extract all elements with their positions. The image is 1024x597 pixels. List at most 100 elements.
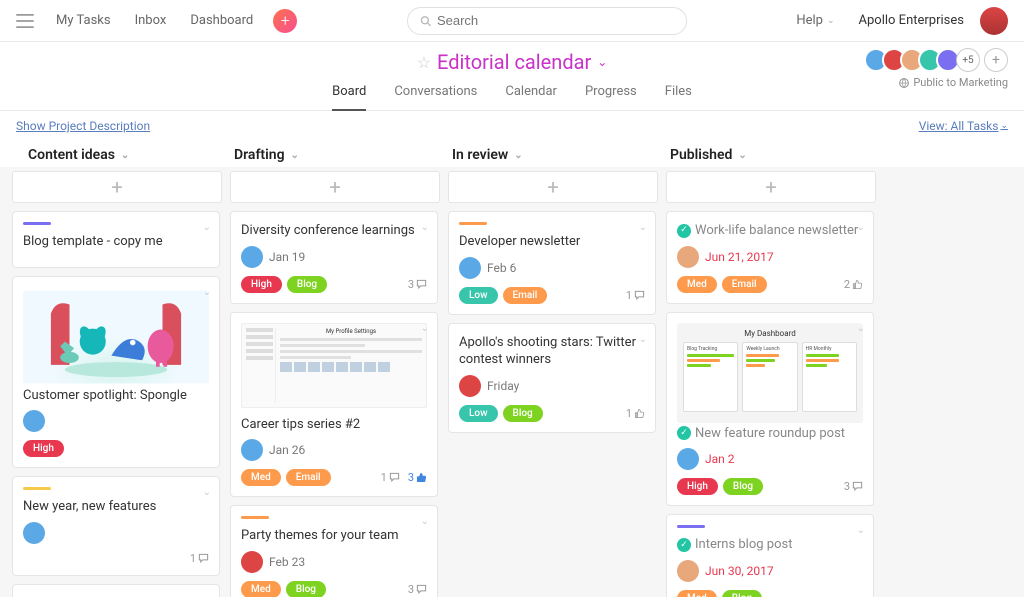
assignee-avatar[interactable] bbox=[241, 246, 263, 268]
card[interactable]: ⌄Apollo's shooting stars: Twitter contes… bbox=[448, 323, 656, 433]
tab-calendar[interactable]: Calendar bbox=[505, 84, 557, 110]
card[interactable]: ⌄Customer spotlight: SpongleHigh bbox=[12, 276, 220, 469]
tag[interactable]: High bbox=[241, 276, 282, 293]
add-card-button[interactable]: + bbox=[12, 171, 222, 203]
assignee-avatar[interactable] bbox=[241, 551, 263, 573]
like-count[interactable]: 2 bbox=[844, 278, 863, 291]
chevron-down-icon[interactable]: ⌄ bbox=[421, 222, 429, 233]
card[interactable]: ⌄✓Interns blog postJun 30, 2017MedBlog bbox=[666, 514, 874, 597]
comment-count[interactable]: 3 bbox=[408, 583, 427, 596]
org-name[interactable]: Apollo Enterprises bbox=[859, 13, 964, 28]
tab-board[interactable]: Board bbox=[332, 84, 366, 111]
card[interactable]: ⌄Developer newsletterFeb 6LowEmail1 bbox=[448, 211, 656, 315]
tag[interactable]: Med bbox=[677, 590, 717, 597]
column-header[interactable]: Drafting⌄ bbox=[230, 141, 440, 171]
chevron-down-icon[interactable]: ⌄ bbox=[639, 334, 647, 345]
assignee-avatar[interactable] bbox=[459, 375, 481, 397]
user-avatar[interactable] bbox=[980, 7, 1008, 35]
chevron-down-icon[interactable]: ⌄ bbox=[639, 222, 647, 233]
card[interactable]: ⌄My Profile SettingsCareer tips series #… bbox=[230, 312, 438, 498]
add-member-button[interactable]: + bbox=[984, 48, 1008, 72]
add-card-button[interactable]: + bbox=[448, 171, 658, 203]
search-input-wrap[interactable] bbox=[407, 7, 687, 35]
nav-my-tasks[interactable]: My Tasks bbox=[56, 13, 111, 28]
chevron-down-icon[interactable]: ⌄ bbox=[203, 222, 211, 233]
add-card-button[interactable]: + bbox=[666, 171, 876, 203]
card-stripe bbox=[677, 525, 705, 528]
assignee-avatar[interactable] bbox=[241, 439, 263, 461]
chevron-down-icon[interactable]: ⌄ bbox=[857, 525, 865, 536]
tag[interactable]: Blog bbox=[723, 478, 763, 495]
column-header[interactable]: Published⌄ bbox=[666, 141, 876, 171]
chevron-down-icon[interactable]: ⌄ bbox=[421, 323, 429, 334]
tag[interactable]: Email bbox=[286, 469, 331, 486]
chevron-down-icon[interactable]: ⌄ bbox=[857, 323, 865, 334]
tag[interactable]: Med bbox=[241, 469, 281, 486]
like-count[interactable]: 1 bbox=[626, 407, 645, 420]
member-overflow[interactable]: +5 bbox=[956, 48, 980, 72]
tag[interactable]: Blog bbox=[503, 405, 543, 422]
like-count[interactable]: 3 bbox=[408, 471, 427, 484]
chevron-down-icon[interactable]: ⌄ bbox=[597, 55, 607, 69]
tab-files[interactable]: Files bbox=[665, 84, 692, 110]
card[interactable]: ⌄Blog template - copy me bbox=[12, 211, 220, 268]
card-meta bbox=[23, 410, 209, 432]
card[interactable]: ⌄✓Work-life balance newsletterJun 21, 20… bbox=[666, 211, 874, 304]
show-description-link[interactable]: Show Project Description bbox=[16, 119, 150, 133]
comment-count[interactable]: 1 bbox=[190, 552, 209, 565]
column-header[interactable]: Content ideas⌄ bbox=[12, 141, 222, 171]
help-menu[interactable]: Help⌄ bbox=[796, 13, 834, 28]
assignee-avatar[interactable] bbox=[677, 448, 699, 470]
nav-dashboard[interactable]: Dashboard bbox=[190, 13, 253, 28]
add-column-button[interactable]: + Add column bbox=[884, 141, 986, 597]
chevron-down-icon[interactable]: ⌄ bbox=[514, 150, 522, 161]
tag[interactable]: Blog bbox=[286, 581, 326, 597]
project-members[interactable]: +5 + bbox=[870, 48, 1008, 72]
tag[interactable]: High bbox=[23, 440, 64, 457]
tag[interactable]: Low bbox=[459, 405, 498, 422]
comment-count[interactable]: 3 bbox=[844, 480, 863, 493]
card[interactable]: ⌄Diversity conference learningsJan 19Hig… bbox=[230, 211, 438, 304]
comment-count[interactable]: 3 bbox=[408, 278, 427, 291]
chevron-down-icon[interactable]: ⌄ bbox=[738, 150, 746, 161]
star-icon[interactable]: ☆ bbox=[417, 53, 431, 72]
card[interactable]: ⌄Party themes for your teamFeb 23MedBlog… bbox=[230, 505, 438, 597]
chevron-down-icon[interactable]: ⌄ bbox=[291, 150, 299, 161]
assignee-avatar[interactable] bbox=[459, 257, 481, 279]
tab-conversations[interactable]: Conversations bbox=[394, 84, 477, 110]
chevron-down-icon[interactable]: ⌄ bbox=[203, 487, 211, 498]
tag[interactable]: Blog bbox=[287, 276, 327, 293]
nav-inbox[interactable]: Inbox bbox=[135, 13, 167, 28]
menu-icon[interactable] bbox=[16, 14, 36, 28]
tag[interactable]: Med bbox=[241, 581, 281, 597]
card[interactable]: ⌄Best-of blog for year-end bbox=[12, 584, 220, 597]
column-header[interactable]: In review⌄ bbox=[448, 141, 658, 171]
search-input[interactable] bbox=[437, 13, 674, 28]
assignee-avatar[interactable] bbox=[23, 522, 45, 544]
chevron-down-icon[interactable]: ⌄ bbox=[121, 150, 129, 161]
chevron-down-icon[interactable]: ⌄ bbox=[857, 222, 865, 233]
global-add-button[interactable]: + bbox=[273, 9, 297, 33]
tag[interactable]: Blog bbox=[722, 590, 762, 597]
header-right: +5 + Public to Marketing bbox=[870, 48, 1008, 89]
card[interactable]: ⌄My DashboardBlog TrackingWeekly LaunchH… bbox=[666, 312, 874, 507]
add-card-button[interactable]: + bbox=[230, 171, 440, 203]
project-privacy[interactable]: Public to Marketing bbox=[899, 76, 1008, 89]
assignee-avatar[interactable] bbox=[677, 560, 699, 582]
assignee-avatar[interactable] bbox=[23, 410, 45, 432]
comment-count[interactable]: 1 bbox=[626, 289, 645, 302]
card[interactable]: ⌄New year, new features1 bbox=[12, 476, 220, 576]
tag[interactable]: Low bbox=[459, 287, 498, 304]
assignee-avatar[interactable] bbox=[677, 246, 699, 268]
tag[interactable]: Email bbox=[722, 276, 767, 293]
tag[interactable]: High bbox=[677, 478, 718, 495]
tab-progress[interactable]: Progress bbox=[585, 84, 637, 110]
view-filter[interactable]: View: All Tasks⌄ bbox=[919, 119, 1008, 133]
comment-count[interactable]: 1 bbox=[381, 471, 400, 484]
card-meta: Friday bbox=[459, 375, 645, 397]
project-title[interactable]: ☆ Editorial calendar ⌄ bbox=[417, 50, 608, 74]
tag[interactable]: Med bbox=[677, 276, 717, 293]
chevron-down-icon[interactable]: ⌄ bbox=[203, 287, 211, 298]
chevron-down-icon[interactable]: ⌄ bbox=[421, 516, 429, 527]
tag[interactable]: Email bbox=[503, 287, 548, 304]
